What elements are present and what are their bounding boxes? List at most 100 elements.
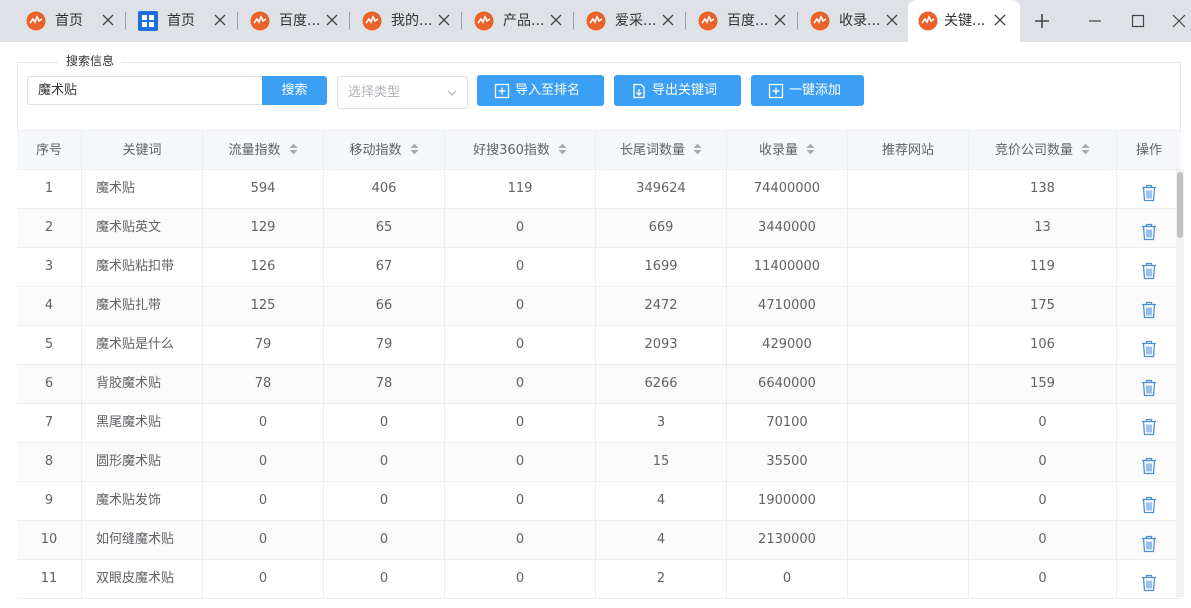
window-close-icon[interactable] [1168,10,1190,32]
import-to-ranking-button[interactable]: 导入至排名 [477,75,604,106]
delete-trash-icon[interactable] [1141,336,1157,357]
delete-trash-icon[interactable] [1141,492,1157,513]
cell-haosou: 0 [445,248,596,286]
cell-keyword: 如何缝魔术贴 [82,521,203,559]
cell-indexed: 4710000 [727,287,848,325]
cell-traffic: 0 [203,404,324,442]
browser-tab[interactable]: 我的... [336,0,450,42]
cell-longtail: 3 [596,404,727,442]
sort-caret-icon[interactable] [806,132,815,155]
tab-title: 百度... [279,13,321,29]
column-header[interactable]: 移动指数 [324,131,445,170]
minimize-icon[interactable] [1084,10,1106,32]
column-header[interactable]: 收录量 [727,131,848,170]
column-header[interactable]: 长尾词数量 [596,131,727,170]
cell-site [848,248,969,286]
sort-caret-icon[interactable] [558,132,567,155]
table-row: 2 魔术贴英文 129 65 0 669 3440000 13 [17,209,1181,248]
sort-caret-icon[interactable] [1081,132,1090,155]
column-header-label: 关键词 [122,143,162,158]
browser-tab[interactable]: 关键... [908,0,1020,42]
export-keywords-button[interactable]: 导出关键词 [614,75,741,106]
delete-trash-icon[interactable] [1141,180,1157,201]
cell-indexed: 6640000 [727,365,848,403]
browser-tab[interactable]: 产品... [448,0,562,42]
cell-haosou: 0 [445,482,596,520]
cell-actions [1117,326,1181,364]
cell-site [848,287,969,325]
delete-trash-icon[interactable] [1141,297,1157,318]
cell-no: 7 [17,404,82,442]
table-row: 9 魔术贴发饰 0 0 0 4 1900000 0 [17,482,1181,521]
one-click-add-button[interactable]: 一键添加 [751,75,864,106]
cell-actions [1117,365,1181,403]
browser-tab[interactable]: 首页 [112,0,226,42]
column-header-label: 竞价公司数量 [994,143,1073,158]
type-select[interactable]: 选择类型 [337,76,468,109]
column-header[interactable]: 竞价公司数量 [969,131,1117,170]
new-tab-icon[interactable] [1031,10,1053,32]
cell-actions [1117,170,1181,208]
delete-trash-icon[interactable] [1141,414,1157,435]
table-header: 序号 关键词 流量指数 移动指数 好搜360指数 长尾词数量 收录量 推荐网站 竞价公司数量 操作 [17,130,1181,170]
delete-trash-icon[interactable] [1141,258,1157,279]
maximize-icon[interactable] [1127,10,1149,32]
cell-actions [1117,209,1181,247]
grid-app-icon [138,11,158,31]
cell-no: 4 [17,287,82,325]
cell-keyword: 魔术贴扎带 [82,287,203,325]
import-button-label: 导入至排名 [515,83,581,98]
cell-keyword: 圆形魔术贴 [82,443,203,481]
delete-trash-icon[interactable] [1141,570,1157,591]
cell-no: 9 [17,482,82,520]
cell-haosou: 0 [445,404,596,442]
cell-mobile: 0 [324,521,445,559]
column-header[interactable]: 好搜360指数 [445,131,596,170]
app-logo-icon [474,11,494,31]
scrollbar-thumb[interactable] [1177,172,1183,238]
tab-close-icon[interactable] [992,12,1008,28]
table-row: 1 魔术贴 594 406 119 349624 74400000 138 [17,170,1181,209]
export-button-label: 导出关键词 [652,83,718,98]
cell-mobile: 0 [324,482,445,520]
cell-site [848,365,969,403]
delete-trash-icon[interactable] [1141,453,1157,474]
browser-tab[interactable]: 百度... [672,0,786,42]
cell-no: 8 [17,443,82,481]
table-row: 7 黑尾魔术贴 0 0 0 3 70100 0 [17,404,1181,443]
cell-haosou: 0 [445,521,596,559]
column-header[interactable]: 流量指数 [203,131,324,170]
delete-trash-icon[interactable] [1141,531,1157,552]
cell-site [848,209,969,247]
cell-no: 3 [17,248,82,286]
keyword-input[interactable]: 魔术贴 [27,76,263,105]
cell-site [848,326,969,364]
cell-haosou: 119 [445,170,596,208]
app-logo-icon [586,11,606,31]
column-header-label: 移动指数 [349,143,402,158]
search-button[interactable]: 搜索 [262,76,327,105]
cell-actions [1117,482,1181,520]
sort-caret-icon[interactable] [289,132,298,155]
cell-keyword: 背胶魔术贴 [82,365,203,403]
browser-tab[interactable]: 首页 [0,0,114,42]
cell-mobile: 65 [324,209,445,247]
cell-no: 5 [17,326,82,364]
browser-tab[interactable]: 收录... [784,0,898,42]
cell-traffic: 78 [203,365,324,403]
sort-caret-icon[interactable] [693,132,702,155]
column-header: 推荐网站 [848,131,969,170]
chevron-down-icon [447,90,457,96]
cell-haosou: 0 [445,365,596,403]
delete-trash-icon[interactable] [1141,219,1157,240]
tab-close-icon[interactable] [884,12,900,28]
column-header: 序号 [17,131,82,170]
table-row: 6 背胶魔术贴 78 78 0 6266 6640000 159 [17,365,1181,404]
cell-site [848,521,969,559]
delete-trash-icon[interactable] [1141,375,1157,396]
sort-caret-icon[interactable] [410,132,419,155]
browser-tab[interactable]: 百度... [224,0,338,42]
cell-mobile: 0 [324,404,445,442]
browser-tab[interactable]: 爱采... [560,0,674,42]
cell-bidders: 13 [969,209,1117,247]
